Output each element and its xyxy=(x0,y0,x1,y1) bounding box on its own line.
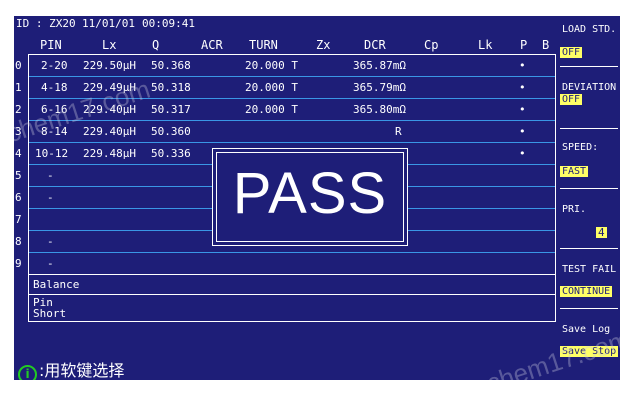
row-number: 4 xyxy=(15,147,22,160)
speed-label[interactable]: SPEED: xyxy=(562,142,598,153)
cell-turn: 20.000 T xyxy=(245,59,298,72)
time-readout: 00:09:41 xyxy=(142,17,195,30)
load-std-label[interactable]: LOAD STD. xyxy=(562,24,616,35)
cell-turn: 20.000 T xyxy=(245,81,298,94)
row-number: 9 xyxy=(15,257,22,270)
info-icon: i xyxy=(18,365,37,380)
pin-short-row: Pin Short xyxy=(29,295,555,321)
cell-pin: - xyxy=(47,257,54,270)
balance-row: Balance xyxy=(29,275,555,295)
cell-p: • xyxy=(519,81,526,94)
row-number: 1 xyxy=(15,81,22,94)
instrument-screen: ID : ZX20 11/01/01 00:09:41 PIN Lx Q ACR… xyxy=(14,16,620,380)
deviation-value[interactable]: OFF xyxy=(560,94,583,105)
row-number: 5 xyxy=(15,169,22,182)
cell-pin: - xyxy=(47,191,54,204)
cell-pin: - xyxy=(47,169,54,182)
cell-pin: - xyxy=(47,235,54,248)
col-zx: Zx xyxy=(316,38,331,52)
cell-q: 50.368 xyxy=(151,59,191,72)
cell-q: 50.336 xyxy=(151,147,191,160)
col-acr: ACR xyxy=(201,38,223,52)
table-row[interactable]: 9 - xyxy=(15,253,555,275)
cell-q: 50.318 xyxy=(151,81,191,94)
cell-p: • xyxy=(519,125,526,138)
cell-dcr: 365.80mΩ xyxy=(353,103,406,116)
row-number: 7 xyxy=(15,213,22,226)
cell-p: • xyxy=(519,59,526,72)
col-dcr: DCR xyxy=(364,38,386,52)
cell-turn: 20.000 T xyxy=(245,103,298,116)
col-p: P xyxy=(520,38,528,52)
table-row[interactable]: 3 8-14 229.40µH 50.360 R • xyxy=(15,121,555,143)
cell-q: 50.360 xyxy=(151,125,191,138)
test-fail-label[interactable]: TEST FAIL xyxy=(562,264,616,275)
pass-result-text: PASS xyxy=(232,161,388,226)
cell-lx: 229.48µH xyxy=(83,147,136,160)
pri-value[interactable]: 4 xyxy=(596,227,607,238)
cell-p: • xyxy=(519,103,526,116)
cell-dcr: 365.79mΩ xyxy=(353,81,406,94)
load-std-value[interactable]: OFF xyxy=(560,47,583,58)
col-q: Q xyxy=(152,38,160,52)
watermark: chem17.com xyxy=(482,323,620,380)
row-number: 6 xyxy=(15,191,22,204)
col-lx: Lx xyxy=(102,38,117,52)
test-fail-value[interactable]: CONTINUE xyxy=(560,286,613,297)
col-lk: Lk xyxy=(478,38,493,52)
col-b: B xyxy=(542,38,550,52)
cell-q: 50.317 xyxy=(151,103,191,116)
pass-result-dialog: PASS xyxy=(212,148,408,246)
cell-lx: 229.50µH xyxy=(83,59,136,72)
cell-lx: 229.40µH xyxy=(83,125,136,138)
cell-dcr: R xyxy=(395,125,402,138)
col-pin: PIN xyxy=(40,38,62,52)
pri-label[interactable]: PRI. xyxy=(562,204,586,215)
hint-text: :用软键选择 xyxy=(39,361,125,380)
device-id: ID : ZX20 xyxy=(16,17,76,30)
cell-pin: 4-18 xyxy=(41,81,68,94)
deviation-label[interactable]: DEVIATION xyxy=(562,82,616,93)
row-number: 0 xyxy=(15,59,22,72)
cell-pin: 10-12 xyxy=(35,147,69,160)
hint-bar: i:用软键选择 xyxy=(18,357,124,380)
pin-short-label: Pin Short xyxy=(33,297,66,319)
balance-label: Balance xyxy=(33,278,80,291)
pin-short-label-line2: Short xyxy=(33,307,67,320)
cell-pin: 2-20 xyxy=(41,59,68,72)
speed-value[interactable]: FAST xyxy=(560,166,589,177)
table-row[interactable]: 0 2-20 229.50µH 50.368 20.000 T 365.87mΩ… xyxy=(15,55,555,77)
col-turn: TURN xyxy=(249,38,278,52)
col-cp: Cp xyxy=(424,38,439,52)
date-readout: 11/01/01 xyxy=(82,17,135,30)
row-number: 8 xyxy=(15,235,22,248)
cell-dcr: 365.87mΩ xyxy=(353,59,406,72)
cell-p: • xyxy=(519,147,526,160)
